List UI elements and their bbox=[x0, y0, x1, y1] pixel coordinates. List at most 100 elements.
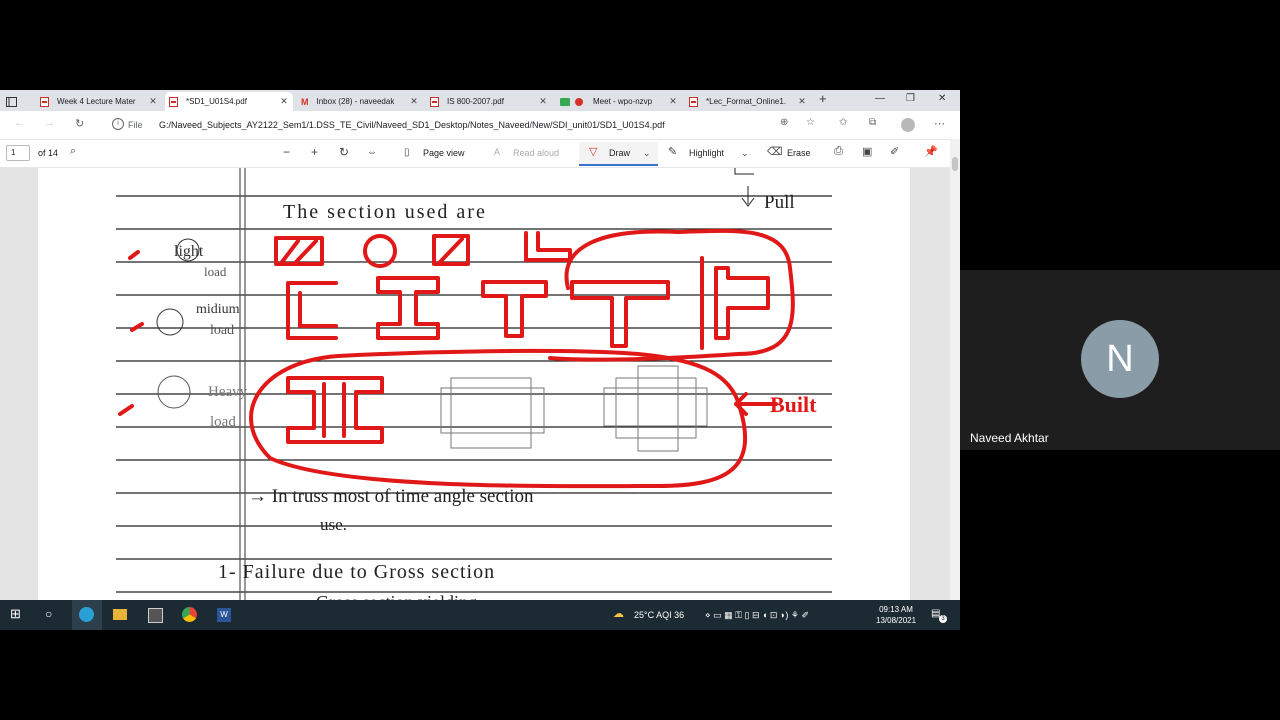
page-view-icon: ▯ bbox=[404, 147, 410, 158]
favorite-add-icon[interactable]: ☆ bbox=[806, 117, 815, 128]
info-icon[interactable]: i bbox=[112, 118, 124, 130]
highlight-icon: ✎ bbox=[668, 146, 678, 158]
close-icon[interactable]: ✕ bbox=[668, 96, 678, 107]
file-explorer-icon[interactable] bbox=[113, 609, 127, 620]
tab-label: *Lec_Format_Online1. bbox=[706, 97, 787, 106]
print-icon[interactable]: ⎙ bbox=[834, 145, 843, 158]
search-icon[interactable]: ⌕ bbox=[70, 145, 76, 158]
rotate-icon[interactable]: ↻ bbox=[339, 145, 349, 159]
erase-button[interactable]: Erase bbox=[787, 148, 811, 158]
close-icon[interactable]: ✕ bbox=[409, 96, 419, 107]
chevron-down-icon[interactable]: ⌄ bbox=[643, 148, 651, 159]
note-gross: Gross section yielding bbox=[316, 592, 477, 600]
handwritten-notes: Pull The section used are light load mid… bbox=[116, 168, 832, 600]
pdf-page: Pull The section used are light load mid… bbox=[38, 168, 910, 600]
pin-icon[interactable]: 📌 bbox=[924, 145, 938, 158]
draw-icon: ▽ bbox=[589, 146, 598, 158]
vertical-scrollbar[interactable] bbox=[950, 139, 960, 600]
participant-tile: N Naveed Akhtar bbox=[960, 270, 1280, 450]
windows-taskbar: ⊞ ○ W ☁ 25°C AQI 36 ⋄ ▭ ▦ ⚿ ▯ ⊟ ◖ ⊡ ◗) ⚘… bbox=[0, 600, 960, 630]
weather-temp: 25°C bbox=[634, 610, 655, 620]
edge-icon[interactable] bbox=[79, 607, 94, 622]
note-medium: midium bbox=[196, 302, 240, 317]
close-window-icon[interactable]: ✕ bbox=[938, 93, 946, 104]
eraser-icon: ⌫ bbox=[767, 146, 783, 158]
close-icon[interactable]: ✕ bbox=[148, 96, 158, 107]
word-icon[interactable]: W bbox=[217, 608, 231, 622]
notification-badge: 3 bbox=[939, 615, 947, 623]
note-truss-line1: → In truss most of time angle section bbox=[248, 486, 534, 507]
clock[interactable]: 09:13 AM 13/08/2021 bbox=[876, 604, 916, 626]
tab-week4[interactable]: Week 4 Lecture Mater ✕ bbox=[36, 92, 162, 111]
search-circle-icon[interactable]: ○ bbox=[45, 607, 52, 621]
collections-icon[interactable]: ⧉ bbox=[869, 117, 876, 128]
close-icon[interactable]: ✕ bbox=[279, 96, 289, 107]
pdf-icon bbox=[430, 96, 439, 107]
tab-label: Meet - wpo-nzvp bbox=[593, 97, 653, 106]
save-icon[interactable]: ▣ bbox=[862, 145, 872, 158]
close-icon[interactable]: ✕ bbox=[538, 96, 548, 107]
address-bar-row: ← → ↻ i File G:/Naveed_Subjects_AY2122_S… bbox=[0, 111, 960, 139]
tab-meet[interactable]: Meet - wpo-nzvp ✕ bbox=[556, 92, 682, 111]
tab-label: *SD1_U01S4.pdf bbox=[186, 97, 247, 106]
highlight-button[interactable]: Highlight bbox=[689, 148, 724, 158]
pdf-document-area: Pull The section used are light load mid… bbox=[0, 168, 950, 600]
pdf-icon bbox=[689, 96, 698, 107]
tab-is800[interactable]: IS 800-2007.pdf ✕ bbox=[426, 92, 552, 111]
pdf-toolbar: 1 of 14 ⌕ − + ↻ ⇔ ▯ Page view A Read alo… bbox=[0, 139, 960, 168]
new-tab-icon[interactable]: + bbox=[819, 91, 827, 106]
note-truss-line2: use. bbox=[320, 515, 347, 534]
tab-lec-format[interactable]: *Lec_Format_Online1. ✕ bbox=[685, 92, 811, 111]
forward-icon[interactable]: → bbox=[44, 117, 55, 129]
tab-actions-icon[interactable] bbox=[0, 93, 22, 111]
profile-avatar[interactable] bbox=[901, 118, 915, 132]
read-aloud-button[interactable]: Read aloud bbox=[513, 148, 559, 158]
tray-weather: 25°C AQI 36 bbox=[634, 610, 684, 620]
note-pull: Pull bbox=[764, 192, 795, 213]
chrome-icon[interactable] bbox=[182, 607, 197, 622]
url-field[interactable]: G:/Naveed_Subjects_AY2122_Sem1/1.DSS_TE_… bbox=[159, 120, 665, 130]
weather-aqi: AQI 36 bbox=[656, 610, 685, 620]
zoom-icon[interactable]: ⊕ bbox=[780, 117, 788, 128]
clock-date: 13/08/2021 bbox=[876, 616, 917, 625]
restore-icon[interactable]: ❐ bbox=[906, 93, 915, 104]
fit-page-icon[interactable]: ⇔ bbox=[367, 147, 377, 158]
pdf-icon bbox=[169, 96, 178, 107]
browser-tab-bar: Week 4 Lecture Mater ✕ *SD1_U01S4.pdf ✕ … bbox=[0, 90, 960, 111]
tab-inbox[interactable]: M Inbox (28) - naveedak ✕ bbox=[297, 92, 423, 111]
chevron-down-icon[interactable]: ⌄ bbox=[741, 148, 749, 159]
recording-icon bbox=[575, 97, 583, 106]
favorites-icon[interactable]: ✩ bbox=[839, 117, 847, 128]
read-aloud-icon: A bbox=[494, 147, 501, 157]
tab-sd1-pdf[interactable]: *SD1_U01S4.pdf ✕ bbox=[165, 92, 293, 111]
meet-icon bbox=[560, 97, 570, 106]
close-icon[interactable]: ✕ bbox=[797, 96, 807, 107]
store-icon[interactable] bbox=[148, 608, 163, 623]
draw-button[interactable]: Draw bbox=[609, 148, 630, 158]
zoom-out-icon[interactable]: − bbox=[283, 145, 290, 159]
participant-avatar: N bbox=[1081, 320, 1159, 398]
more-icon[interactable]: ⋯ bbox=[934, 117, 945, 130]
note-title: The section used are bbox=[283, 201, 487, 223]
note-heavy: Heavy bbox=[208, 384, 248, 400]
tab-label: Inbox (28) - naveedak bbox=[316, 97, 395, 106]
clock-time: 09:13 AM bbox=[879, 605, 913, 614]
save-as-icon[interactable]: ✐ bbox=[890, 145, 899, 158]
page-view-button[interactable]: Page view bbox=[423, 148, 465, 158]
note-heavy-load: load bbox=[210, 414, 236, 430]
note-built: Built bbox=[770, 392, 817, 417]
page-number-input[interactable]: 1 bbox=[6, 145, 30, 161]
note-light-load: load bbox=[204, 264, 227, 279]
zoom-in-icon[interactable]: + bbox=[311, 145, 318, 159]
pdf-icon bbox=[40, 96, 49, 107]
scheme-label: File bbox=[128, 120, 143, 130]
page-total: of 14 bbox=[38, 148, 59, 158]
tray-icons[interactable]: ⋄ ▭ ▦ ⚿ ▯ ⊟ ◖ ⊡ ◗) ⚘ ✐ bbox=[705, 610, 809, 621]
windows-start-icon[interactable]: ⊞ bbox=[10, 606, 21, 622]
tab-label: IS 800-2007.pdf bbox=[447, 97, 504, 106]
note-medium-load: load bbox=[210, 323, 234, 338]
back-icon[interactable]: ← bbox=[14, 117, 25, 129]
refresh-icon[interactable]: ↻ bbox=[75, 117, 84, 130]
shared-screen: Week 4 Lecture Mater ✕ *SD1_U01S4.pdf ✕ … bbox=[0, 90, 960, 630]
minimize-icon[interactable]: — bbox=[875, 93, 885, 104]
